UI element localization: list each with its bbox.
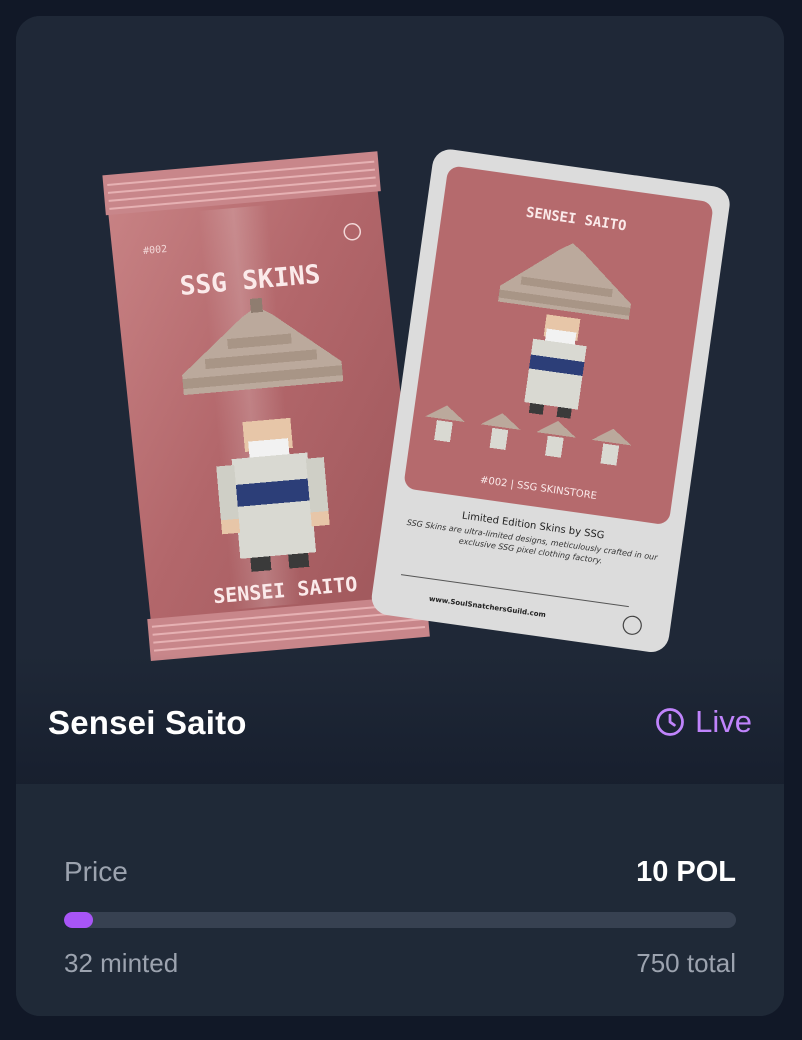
price-value: 10 POL [636, 856, 736, 888]
minted-count: 32 minted [64, 948, 179, 978]
pack-number: #002 [143, 244, 168, 257]
total-supply: 750 total [636, 948, 736, 978]
nft-card[interactable]: #002 SSG SKINS SENSEI SAITO SENSEI SAITO… [16, 16, 784, 1016]
status-text: Live [695, 704, 752, 739]
clock-icon [656, 708, 684, 736]
status-badge: Live [655, 704, 752, 740]
price-label: Price [64, 856, 128, 887]
trading-card: SENSEI SAITO #002 | SSG SKINSTORE Limite… [371, 149, 730, 653]
sale-panel: Price 10 POL 32 minted 750 total [16, 784, 784, 1016]
mint-progress-fill [64, 912, 93, 928]
mint-progress-bar [64, 912, 736, 928]
hero-image: #002 SSG SKINS SENSEI SAITO SENSEI SAITO… [16, 16, 784, 784]
item-title: Sensei Saito [48, 704, 247, 741]
